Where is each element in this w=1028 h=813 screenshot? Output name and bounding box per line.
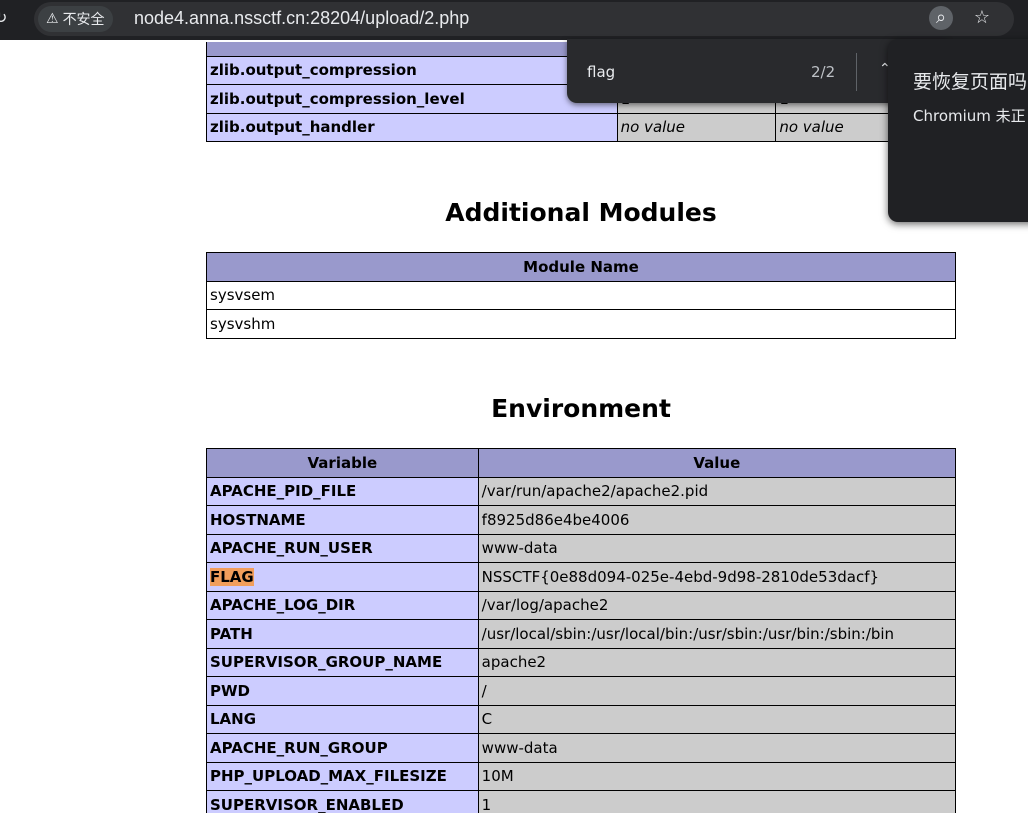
env-value: 1: [477, 790, 957, 813]
value-header: Value: [477, 448, 957, 478]
find-input[interactable]: flag: [587, 63, 615, 81]
table-row: SUPERVISOR_ENABLED 1: [206, 790, 957, 813]
url-text[interactable]: node4.anna.nssctf.cn:28204/upload/2.php: [134, 8, 469, 29]
module-name: sysvsem: [206, 280, 956, 310]
find-match-count: 2/2: [811, 63, 836, 81]
env-value: /: [477, 676, 957, 706]
env-value: 10M: [477, 761, 957, 791]
env-variable: PHP_UPLOAD_MAX_FILESIZE: [206, 761, 479, 791]
local-value: no value: [616, 112, 777, 142]
env-variable: APACHE_RUN_USER: [206, 533, 479, 563]
table-row: APACHE_PID_FILE /var/run/apache2/apache2…: [206, 476, 957, 506]
env-variable: SUPERVISOR_ENABLED: [206, 790, 479, 813]
env-variable: APACHE_PID_FILE: [206, 476, 479, 506]
find-in-page-icon[interactable]: ⌕: [929, 6, 953, 30]
additional-modules-heading: Additional Modules: [445, 198, 717, 227]
env-value: www-data: [477, 733, 957, 763]
env-variable: APACHE_LOG_DIR: [206, 590, 479, 620]
restore-pages-popup: 要恢复页面吗 Chromium 未正: [888, 39, 1028, 222]
table-row: SUPERVISOR_GROUP_NAME apache2: [206, 647, 957, 677]
popup-title: 要恢复页面吗: [913, 71, 1028, 93]
env-value: f8925d86e4be4006: [477, 505, 957, 535]
table-row: PHP_UPLOAD_MAX_FILESIZE 10M: [206, 761, 957, 791]
table-row: zlib.output_handler no value no value: [206, 112, 956, 142]
table-row: APACHE_RUN_USER www-data: [206, 533, 957, 563]
list-item: sysvshm: [206, 309, 956, 339]
table-row: FLAG NSSCTF{0e88d094-025e-4ebd-9d98-2810…: [206, 562, 957, 592]
env-value: /usr/local/sbin:/usr/local/bin:/usr/sbin…: [477, 619, 957, 649]
module-name: sysvshm: [206, 309, 956, 339]
config-name: zlib.output_compression: [206, 55, 618, 85]
page-content: zlib.output_compression zlib.output_comp…: [0, 40, 1028, 813]
variable-header: Variable: [206, 448, 479, 478]
env-variable: FLAG: [206, 562, 479, 592]
env-value: C: [477, 704, 957, 734]
environment-heading: Environment: [491, 394, 671, 423]
env-variable: PATH: [206, 619, 479, 649]
find-divider: [856, 53, 857, 91]
env-variable: PWD: [206, 676, 479, 706]
table-row: APACHE_LOG_DIR /var/log/apache2: [206, 590, 957, 620]
table-row: PWD /: [206, 676, 957, 706]
env-value: www-data: [477, 533, 957, 563]
env-value: /var/run/apache2/apache2.pid: [477, 476, 957, 506]
env-variable: LANG: [206, 704, 479, 734]
env-value: NSSCTF{0e88d094-025e-4ebd-9d98-2810de53d…: [477, 562, 957, 592]
env-variable: APACHE_RUN_GROUP: [206, 733, 479, 763]
reload-icon[interactable]: ↻: [0, 8, 7, 27]
list-item: sysvsem: [206, 280, 956, 310]
table-row: HOSTNAME f8925d86e4be4006: [206, 505, 957, 535]
config-name: zlib.output_compression_level: [206, 84, 618, 114]
config-name: zlib.output_handler: [206, 112, 618, 142]
popup-message: Chromium 未正: [913, 107, 1026, 125]
table-row: LANG C: [206, 704, 957, 734]
security-label: 不安全: [62, 12, 105, 28]
module-name-header: Module Name: [206, 252, 956, 282]
find-match-highlight: FLAG: [210, 567, 254, 586]
browser-toolbar: ↻ ⚠ 不安全 node4.anna.nssctf.cn:28204/uploa…: [0, 0, 1028, 40]
table-row: PATH /usr/local/sbin:/usr/local/bin:/usr…: [206, 619, 957, 649]
modules-table: Module Name sysvsem sysvshm: [206, 252, 956, 339]
warning-icon: ⚠: [46, 11, 59, 27]
environment-table: Variable Value APACHE_PID_FILE /var/run/…: [206, 448, 957, 813]
env-value: apache2: [477, 647, 957, 677]
env-value: /var/log/apache2: [477, 590, 957, 620]
env-variable: HOSTNAME: [206, 505, 479, 535]
table-row: APACHE_RUN_GROUP www-data: [206, 733, 957, 763]
security-chip[interactable]: ⚠ 不安全: [38, 6, 113, 32]
env-variable: SUPERVISOR_GROUP_NAME: [206, 647, 479, 677]
bookmark-star-icon[interactable]: ☆: [969, 6, 995, 30]
address-bar[interactable]: ⚠ 不安全 node4.anna.nssctf.cn:28204/upload/…: [34, 2, 1014, 36]
